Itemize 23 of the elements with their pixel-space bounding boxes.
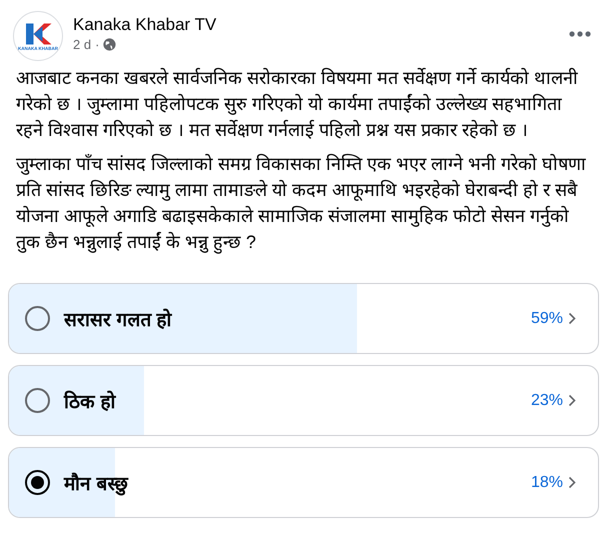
page-name[interactable]: Kanaka Khabar TV (73, 15, 216, 35)
radio-button[interactable] (25, 470, 50, 495)
separator: · (95, 37, 100, 52)
vote-percent: 18% (530, 474, 563, 492)
post-time[interactable]: 2 d (73, 37, 92, 52)
globe-icon (103, 38, 116, 51)
more-icon[interactable] (569, 31, 591, 37)
poll-option[interactable]: ठिक हो 23% (8, 365, 599, 436)
post-text: जुम्लाका पाँच सांसद जिल्लाको समग्र विकासका निम्ति एक भएर लाग्ने भनी गरेको घोषणा प्रति सांसद छिरिङ ल्यामु लामा तामाङले यो कदम आफूमाथि भइरहेको घेराबन्दी हो र सबै योजना आफूले अगाडि बढाइसकेकाले सामाजिक संजालमा सामुहिक फोटो सेसन गर्नुको तुक छैन भन्नुलाई तपाईं के भन्नु हुन्छ ? (16, 152, 588, 255)
chevron-right-icon (568, 476, 576, 489)
option-label: मौन बस्छु (64, 472, 128, 496)
post-text: आजबाट कनका खबरले सार्वजनिक सरोकारका विषयमा मत सर्वेक्षण गर्ने कार्यको थालनी गरेको छ । जुम्लामा पहिलोपटक सुरु गरिएको यो कार्यमा तपाईंको उल्लेख्य सहभागिता रहने विश्वास गरिएको छ । मत सर्वेक्षण गर्नलाई पहिलो प्रश्न यस प्रकार रहेको छ । (16, 66, 580, 142)
vote-percent: 23% (530, 392, 563, 410)
poll-option[interactable]: सरासर गलत हो 59% (8, 283, 599, 354)
poll-option[interactable]: मौन बस्छु 18% (8, 447, 599, 518)
vote-percent: 59% (530, 310, 563, 328)
chevron-right-icon (568, 312, 576, 325)
radio-button[interactable] (25, 306, 50, 331)
logo-icon (23, 22, 53, 46)
option-label: सरासर गलत हो (64, 308, 172, 332)
chevron-right-icon (568, 394, 576, 407)
radio-button[interactable] (25, 388, 50, 413)
option-label: ठिक हो (64, 390, 116, 414)
